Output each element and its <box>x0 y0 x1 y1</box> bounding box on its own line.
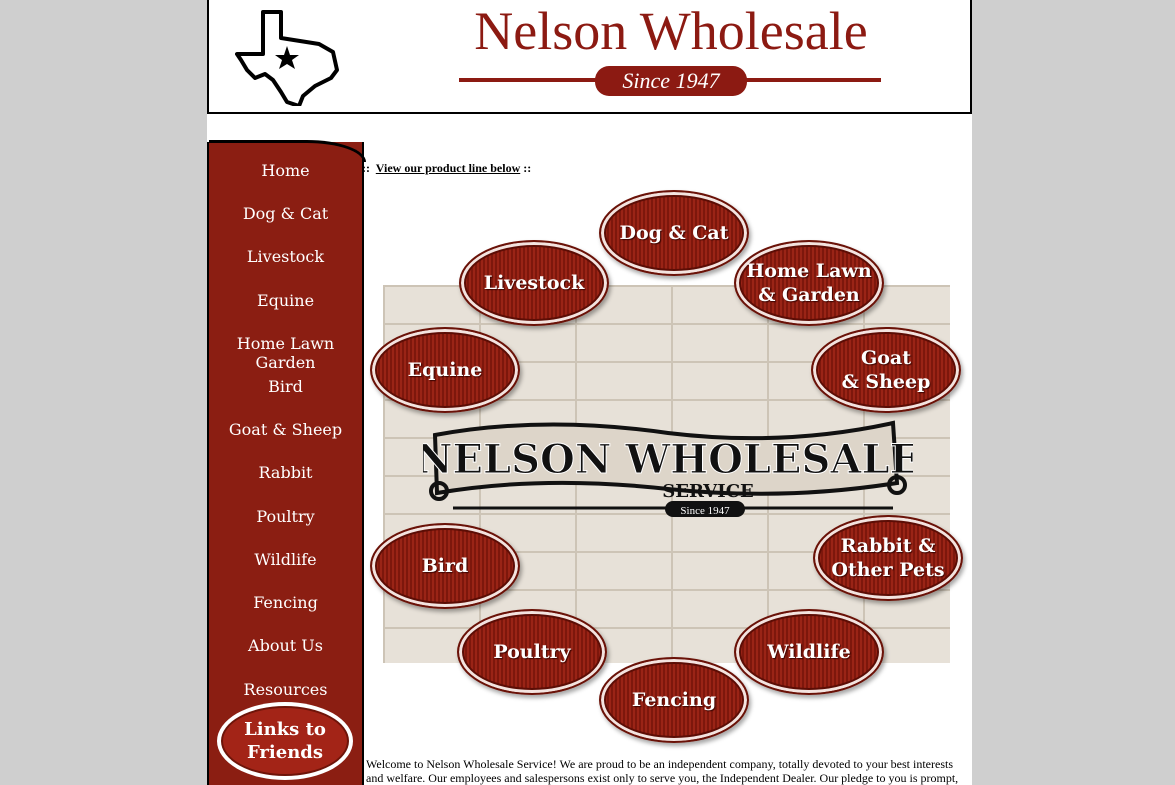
view-product-line-link[interactable]: View our product line below <box>376 161 520 175</box>
view-suffix: :: <box>523 161 532 175</box>
view-prefix: :: <box>362 161 370 175</box>
category-home-lawn-garden-button[interactable]: Home Lawn & Garden <box>734 240 884 326</box>
nav-item-livestock[interactable]: Livestock <box>209 247 362 266</box>
nav-item-wildlife[interactable]: Wildlife <box>209 550 362 569</box>
nav-item-bird[interactable]: Bird <box>209 377 362 396</box>
sidebar-nav: Home Dog & Cat Livestock Equine Home Law… <box>207 140 366 785</box>
cat-goat-line2: & Sheep <box>841 371 931 393</box>
cat-goat-line1: Goat <box>861 347 911 369</box>
sign-line2: SERVICE <box>662 481 753 502</box>
nav-item-home[interactable]: Home <box>209 161 362 180</box>
category-bird-button[interactable]: Bird <box>370 523 520 609</box>
links-line2: Friends <box>246 742 324 763</box>
links-to-friends-button[interactable]: Links to Friends <box>217 702 353 780</box>
nav-item-poultry[interactable]: Poultry <box>209 507 362 526</box>
cat-wildlife-label: Wildlife <box>767 641 851 663</box>
sign-line1: NELSON WHOLESALE <box>423 436 913 483</box>
links-line1: Links to <box>244 719 326 740</box>
category-equine-button[interactable]: Equine <box>370 327 520 413</box>
category-livestock-button[interactable]: Livestock <box>459 240 609 326</box>
category-dog-cat-button[interactable]: Dog & Cat <box>599 190 749 276</box>
cat-equine-label: Equine <box>407 359 483 381</box>
nav-item-resources[interactable]: Resources <box>209 680 362 699</box>
nav-item-fencing[interactable]: Fencing <box>209 593 362 612</box>
nav-item-home-lawn-garden[interactable]: Home Lawn Garden <box>209 334 362 372</box>
nelson-wholesale-sign: NELSON WHOLESALE SERVICE Since 1947 <box>423 420 913 517</box>
nav-item-about-us[interactable]: About Us <box>209 636 362 655</box>
category-wildlife-button[interactable]: Wildlife <box>734 609 884 695</box>
cat-home-lawn-line2: & Garden <box>758 284 860 306</box>
product-line-intro: :: View our product line below :: <box>362 161 531 176</box>
nav-item-goat-sheep[interactable]: Goat & Sheep <box>209 420 362 439</box>
cat-poultry-label: Poultry <box>493 641 571 663</box>
site-header: Nelson Wholesale Since 1947 <box>207 0 972 114</box>
page: Nelson Wholesale Since 1947 Home Dog & C… <box>207 0 972 785</box>
cat-rabbit-line2: Other Pets <box>831 559 945 581</box>
category-rabbit-other-pets-button[interactable]: Rabbit & Other Pets <box>813 515 963 601</box>
cat-fencing-label: Fencing <box>631 689 717 711</box>
since-badge: Since 1947 <box>595 66 747 96</box>
nav-item-rabbit[interactable]: Rabbit <box>209 463 362 482</box>
cat-dog-cat-label: Dog & Cat <box>619 222 729 244</box>
nav-item-equine[interactable]: Equine <box>209 291 362 310</box>
category-fencing-button[interactable]: Fencing <box>599 657 749 743</box>
category-goat-sheep-button[interactable]: Goat & Sheep <box>811 327 961 413</box>
site-title: Nelson Wholesale <box>474 1 868 61</box>
nav-item-dog-cat[interactable]: Dog & Cat <box>209 204 362 223</box>
welcome-paragraph: Welcome to Nelson Wholesale Service! We … <box>366 757 959 785</box>
texas-star-logo[interactable] <box>235 8 339 106</box>
sidebar-cap <box>209 140 366 162</box>
category-poultry-button[interactable]: Poultry <box>457 609 607 695</box>
cat-livestock-label: Livestock <box>483 272 585 294</box>
sidebar-divider <box>362 142 364 785</box>
cat-rabbit-line1: Rabbit & <box>840 535 936 557</box>
cat-home-lawn-line1: Home Lawn <box>746 260 872 282</box>
cat-bird-label: Bird <box>421 555 469 577</box>
sign-line3: Since 1947 <box>680 505 730 517</box>
